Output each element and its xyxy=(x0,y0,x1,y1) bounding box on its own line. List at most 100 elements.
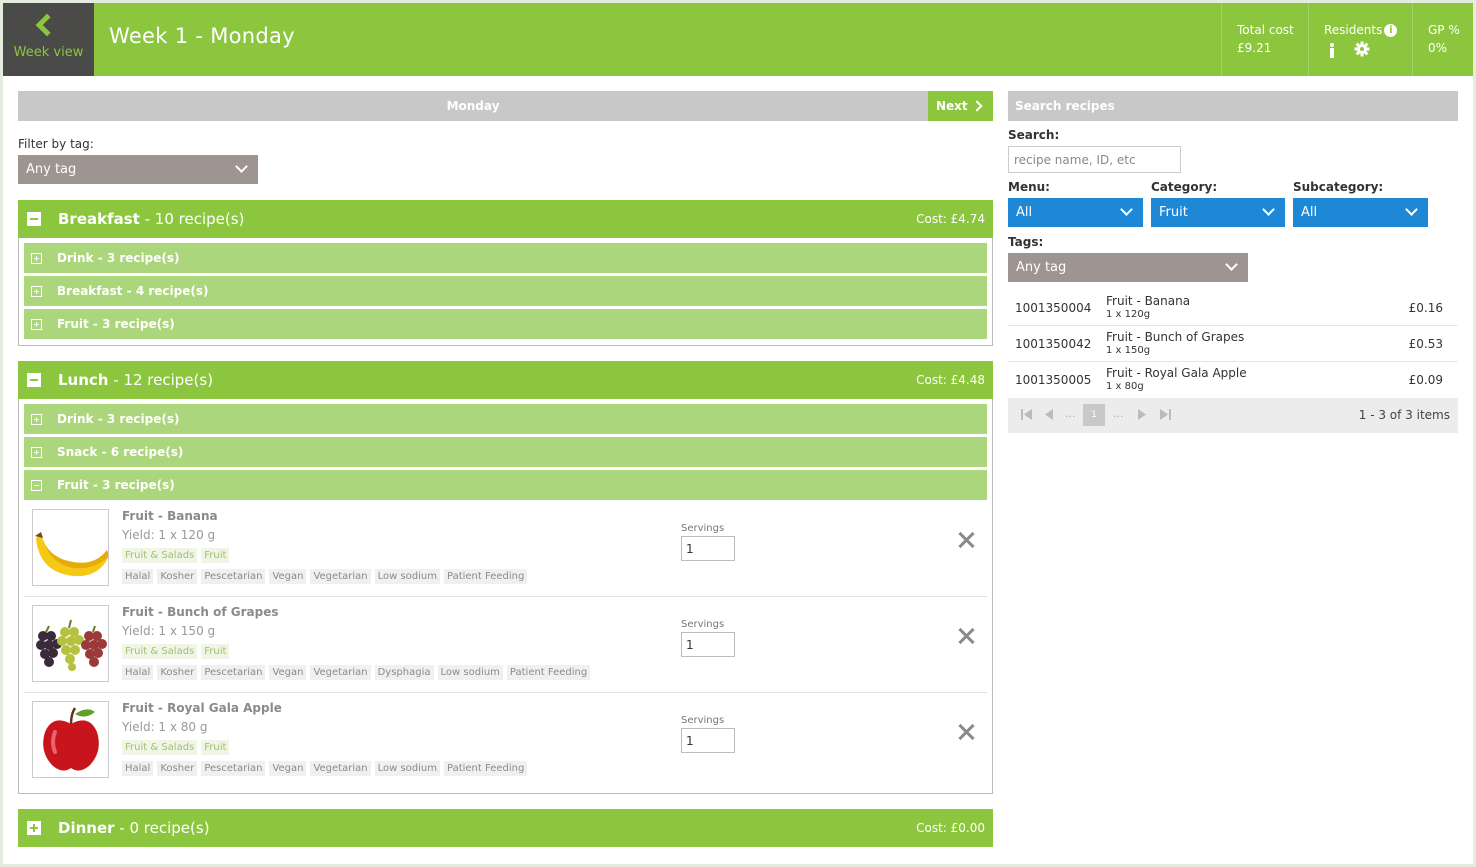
pager-ellipsis[interactable]: ... xyxy=(1065,407,1076,420)
diet-tags: Halal Kosher Pescetarian Vegan Vegetarian Low… xyxy=(122,568,531,584)
meal-header-lunch[interactable]: Lunch - 12 recipe(s) Cost: £4.48 xyxy=(18,361,993,399)
tag: Vegan xyxy=(269,761,307,776)
recipe-row: Fruit - Bunch of Grapes Yield: 1 x 150 g… xyxy=(24,597,987,693)
close-icon[interactable] xyxy=(957,531,975,549)
chevron-down-icon xyxy=(1120,203,1133,216)
first-page-icon[interactable] xyxy=(1021,409,1032,420)
recipe-name[interactable]: Fruit - Royal Gala Apple xyxy=(122,701,282,715)
search-header-label: Search recipes xyxy=(1015,99,1115,113)
subcategory-dropdown[interactable]: All xyxy=(1293,198,1428,227)
day-bar: Monday Next xyxy=(18,91,993,121)
meal-count: - 0 recipe(s) xyxy=(114,819,210,837)
meal-header-breakfast[interactable]: Breakfast - 10 recipe(s) Cost: £4.74 xyxy=(18,200,993,238)
tags-value: Any tag xyxy=(1016,260,1067,275)
category-label: Category: xyxy=(1151,180,1218,194)
meal-name: Dinner xyxy=(58,819,115,837)
recipe-image-grapes xyxy=(32,605,109,682)
search-input[interactable] xyxy=(1008,146,1181,173)
tag: Fruit & Salads xyxy=(122,644,198,659)
servings-input[interactable] xyxy=(681,632,735,657)
tags-dropdown[interactable]: Any tag xyxy=(1008,253,1248,282)
servings-input[interactable] xyxy=(681,728,735,753)
recipe-image-apple xyxy=(32,701,109,778)
info-icon[interactable]: i xyxy=(1384,24,1398,37)
meal-section-lunch: Lunch - 12 recipe(s) Cost: £4.48 Drink -… xyxy=(18,361,993,794)
prev-page-icon[interactable] xyxy=(1044,409,1053,420)
chevron-left-icon xyxy=(35,13,59,37)
result-price: £0.53 xyxy=(1408,337,1443,351)
result-price: £0.09 xyxy=(1408,373,1443,387)
gear-icon[interactable] xyxy=(1354,41,1370,57)
close-icon[interactable] xyxy=(957,723,975,741)
next-page-icon[interactable] xyxy=(1138,409,1147,420)
page-title: Week 1 - Monday xyxy=(109,24,295,48)
pager-ellipsis[interactable]: ... xyxy=(1113,407,1124,420)
minus-square-icon xyxy=(27,212,41,226)
tag: Vegetarian xyxy=(310,665,371,680)
tag: Fruit xyxy=(201,740,230,755)
result-row[interactable]: 1001350042 Fruit - Bunch of Grapes 1 x 1… xyxy=(1008,326,1458,362)
next-day-button[interactable]: Next xyxy=(928,91,993,121)
subgroup-label: Fruit - 3 recipe(s) xyxy=(57,478,175,492)
filter-tag-value: Any tag xyxy=(26,162,77,177)
recipe-yield: Yield: 1 x 80 g xyxy=(122,720,208,734)
tag: Vegan xyxy=(269,569,307,584)
recipe-row: Fruit - Banana Yield: 1 x 120 g Fruit & … xyxy=(24,501,987,597)
tag: Halal xyxy=(122,761,154,776)
result-id: 1001350004 xyxy=(1015,301,1092,315)
tag: Pescetarian xyxy=(201,665,266,680)
menu-dropdown[interactable]: All xyxy=(1008,198,1143,227)
recipe-image-banana xyxy=(32,509,109,586)
subgroup-fruit[interactable]: Fruit - 3 recipe(s) xyxy=(24,470,987,500)
result-name: Fruit - Banana xyxy=(1106,294,1191,308)
day-label: Monday xyxy=(446,99,500,113)
chevron-down-icon xyxy=(1262,203,1275,216)
close-icon[interactable] xyxy=(957,627,975,645)
tag: Vegetarian xyxy=(310,569,371,584)
week-view-button[interactable]: Week view xyxy=(3,3,94,76)
pager-current-page[interactable]: 1 xyxy=(1083,404,1105,426)
last-page-icon[interactable] xyxy=(1160,409,1171,420)
plus-square-icon xyxy=(31,253,42,264)
result-row[interactable]: 1001350004 Fruit - Banana 1 x 120g £0.16 xyxy=(1008,290,1458,326)
category-dropdown[interactable]: Fruit xyxy=(1151,198,1285,227)
tag: Fruit xyxy=(201,644,230,659)
category-value: Fruit xyxy=(1159,205,1188,220)
result-row[interactable]: 1001350005 Fruit - Royal Gala Apple 1 x … xyxy=(1008,362,1458,398)
result-size: 1 x 80g xyxy=(1106,381,1144,392)
result-id: 1001350005 xyxy=(1015,373,1092,387)
plus-square-icon xyxy=(27,821,41,835)
subgroup-drink[interactable]: Drink - 3 recipe(s) xyxy=(24,404,987,434)
recipe-yield: Yield: 1 x 150 g xyxy=(122,624,216,638)
recipe-name[interactable]: Fruit - Bunch of Grapes xyxy=(122,605,279,619)
tag: Low sodium xyxy=(374,569,440,584)
subgroup-snack[interactable]: Snack - 6 recipe(s) xyxy=(24,437,987,467)
search-label: Search: xyxy=(1008,128,1060,142)
subgroup-fruit[interactable]: Fruit - 3 recipe(s) xyxy=(24,309,987,339)
tag: Patient Feeding xyxy=(444,569,528,584)
subgroup-drink[interactable]: Drink - 3 recipe(s) xyxy=(24,243,987,273)
subgroup-breakfast[interactable]: Breakfast - 4 recipe(s) xyxy=(24,276,987,306)
category-tags: Fruit & Salads Fruit xyxy=(122,547,233,563)
total-cost-value: £9.21 xyxy=(1237,41,1272,55)
menu-label: Menu: xyxy=(1008,180,1050,194)
top-bar: Week view Week 1 - Monday Total cost £9.… xyxy=(3,3,1473,76)
menu-value: All xyxy=(1016,205,1033,220)
subgroup-label: Drink - 3 recipe(s) xyxy=(57,251,180,265)
tag: Vegan xyxy=(269,665,307,680)
result-name: Fruit - Bunch of Grapes xyxy=(1106,330,1245,344)
person-icon xyxy=(1330,43,1334,58)
tag: Low sodium xyxy=(437,665,503,680)
pager-items-count: 1 - 3 of 3 items xyxy=(1358,408,1450,422)
gp-stat: GP % 0% xyxy=(1412,3,1473,76)
servings-input[interactable] xyxy=(681,536,735,561)
plus-square-icon xyxy=(31,414,42,425)
recipe-name[interactable]: Fruit - Banana xyxy=(122,509,218,523)
filter-tag-dropdown[interactable]: Any tag xyxy=(18,155,258,184)
subgroup-label: Breakfast - 4 recipe(s) xyxy=(57,284,209,298)
meal-header-dinner[interactable]: Dinner - 0 recipe(s) Cost: £0.00 xyxy=(18,809,993,847)
diet-tags: Halal Kosher Pescetarian Vegan Vegetarian Dys… xyxy=(122,664,594,680)
tag: Patient Feeding xyxy=(444,761,528,776)
tag: Pescetarian xyxy=(201,569,266,584)
tag: Low sodium xyxy=(374,761,440,776)
